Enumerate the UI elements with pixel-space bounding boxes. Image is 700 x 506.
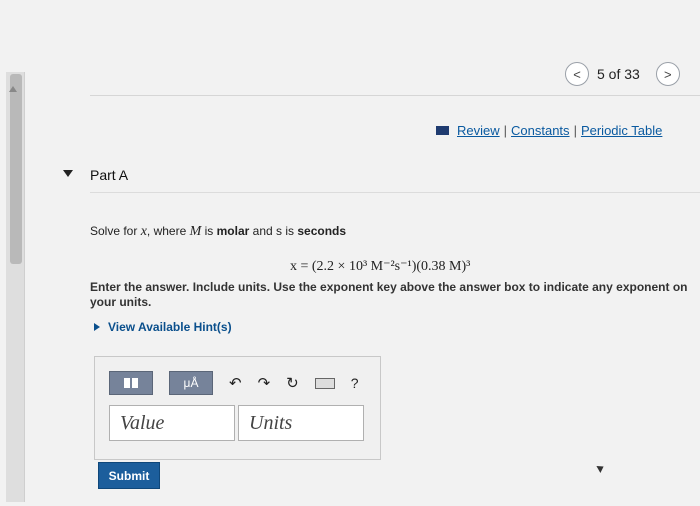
answer-instruction: Enter the answer. Include units. Use the…	[90, 280, 688, 309]
periodic-table-link[interactable]: Periodic Table	[581, 123, 662, 138]
review-link[interactable]: Review	[457, 123, 500, 138]
undo-icon[interactable]: ↶	[229, 374, 242, 392]
book-icon	[436, 126, 449, 135]
question-position: 5 of 33	[597, 66, 640, 82]
template-block-icon	[124, 378, 130, 388]
scrollbar-thumb[interactable]	[10, 74, 22, 264]
submit-button[interactable]: Submit	[98, 462, 160, 489]
template-block-icon	[132, 378, 138, 388]
divider	[90, 95, 700, 96]
templates-button[interactable]	[109, 371, 153, 395]
equation: x = (2.2 × 10³ M⁻²s⁻¹)(0.38 M)³	[290, 259, 471, 274]
constants-link[interactable]: Constants	[511, 123, 570, 138]
units-input[interactable]: Units	[238, 405, 364, 441]
units-symbols-button[interactable]: μÅ	[169, 371, 213, 395]
page: < 5 of 33 > Review | Constants | Periodi…	[0, 0, 700, 506]
reset-icon[interactable]: ↻	[286, 374, 299, 392]
mouse-cursor-icon	[596, 463, 606, 473]
resource-links: Review | Constants | Periodic Table	[436, 123, 662, 138]
view-hints-toggle[interactable]: View Available Hint(s)	[94, 320, 232, 334]
collapse-caret-icon[interactable]	[63, 170, 73, 177]
help-icon[interactable]: ?	[351, 375, 359, 391]
link-separator: |	[573, 123, 577, 138]
previous-question-button[interactable]: <	[565, 62, 589, 86]
answer-box: μÅ ↶ ↷ ↻ ? Value Units	[94, 356, 381, 460]
part-title[interactable]: Part A	[90, 167, 128, 183]
expand-arrow-icon	[94, 323, 100, 331]
next-question-button[interactable]: >	[655, 62, 680, 86]
keyboard-icon[interactable]	[314, 377, 335, 389]
answer-toolbar: μÅ ↶ ↷ ↻ ?	[109, 371, 359, 395]
redo-icon[interactable]: ↷	[258, 374, 271, 392]
question-prompt: Solve for x, where M is molar and s is s…	[90, 224, 347, 239]
hints-label: View Available Hint(s)	[108, 320, 232, 334]
question-pager: < 5 of 33 >	[565, 62, 680, 86]
divider	[90, 192, 700, 193]
link-separator: |	[503, 123, 508, 138]
value-input[interactable]: Value	[109, 405, 235, 441]
scroll-up-arrow-icon[interactable]	[9, 86, 17, 92]
